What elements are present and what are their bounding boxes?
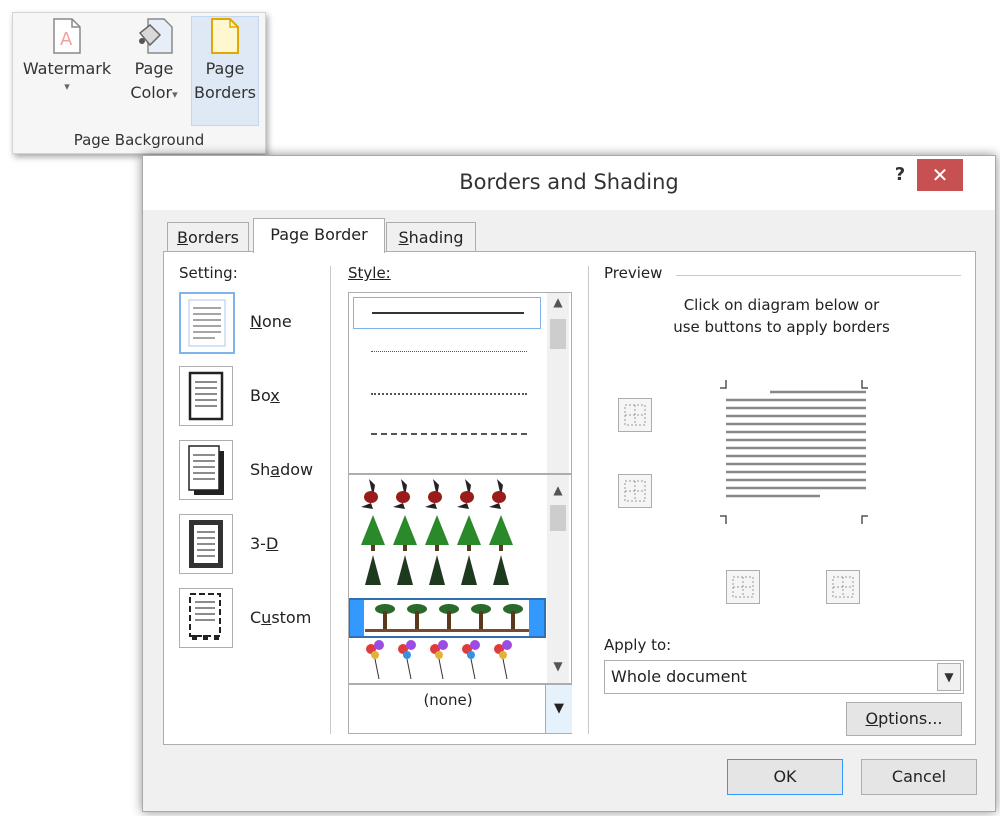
scroll-thumb[interactable]: [550, 319, 566, 349]
border-left-icon: [732, 576, 754, 598]
dialog-title: Borders and Shading: [459, 170, 679, 194]
paint-bucket-icon: [138, 18, 173, 54]
bottom-border-button[interactable]: [618, 474, 652, 508]
watermark-icon: A: [53, 18, 81, 54]
apply-to-label: Apply to:: [604, 636, 672, 654]
setting-label: Setting:: [179, 264, 238, 282]
setting-none-label: None: [250, 312, 292, 331]
art-row-palms-selected: [349, 598, 546, 638]
art-row-green-trees-icon: [361, 515, 513, 551]
chevron-down-icon[interactable]: ▼: [545, 685, 572, 733]
tab-page-border[interactable]: Page Border: [253, 218, 385, 253]
art-row-dark-trees-icon: [365, 555, 509, 585]
page-borders-icon: [211, 18, 239, 54]
setting-none-option[interactable]: [179, 292, 235, 354]
art-scrollbar[interactable]: ▲ ▼: [547, 475, 569, 683]
preview-page-diagram[interactable]: [700, 372, 890, 532]
preview-rule: [676, 275, 961, 276]
page-background-ribbon-group: A Watermark ▾ Page Color▾ Page Borders P…: [12, 12, 266, 154]
setting-custom-label: Custom: [250, 608, 312, 627]
style-line-dotted[interactable]: [371, 351, 527, 352]
ok-button[interactable]: OK: [727, 759, 843, 795]
setting-custom-option[interactable]: [179, 588, 233, 648]
page-shadow-icon: [188, 445, 224, 495]
top-border-button[interactable]: [618, 398, 652, 432]
scroll-thumb[interactable]: [550, 505, 566, 531]
page-border-panel: Setting: None Box Shadow 3-D Custom Styl…: [163, 251, 976, 745]
style-label: Style:: [348, 264, 391, 282]
art-gallery: [349, 479, 546, 680]
setting-box-option[interactable]: [179, 366, 233, 426]
page-borders-line1: Page: [205, 59, 245, 78]
preview-instructions: Click on diagram below or use buttons to…: [673, 296, 890, 336]
style-line-dashed[interactable]: [371, 433, 527, 435]
chevron-down-icon: ▾: [64, 80, 70, 93]
page-borders-line2: Borders: [194, 83, 256, 102]
right-border-button[interactable]: [826, 570, 860, 604]
chevron-down-icon: ▾: [172, 88, 178, 101]
apply-to-value: Whole document: [611, 667, 747, 686]
scroll-down-icon[interactable]: ▼: [548, 659, 568, 673]
borders-and-shading-dialog: Borders and Shading ? ✕ Borders Page Bor…: [142, 155, 996, 812]
style-line-solid[interactable]: [353, 297, 541, 329]
art-row-balloons-icon: [366, 640, 512, 680]
style-line-small-dash[interactable]: [371, 393, 527, 395]
page-color-button[interactable]: Page Color▾: [119, 17, 189, 107]
setting-3d-label: 3-D: [250, 534, 279, 553]
page-color-line1: Page: [134, 59, 174, 78]
options-button[interactable]: Options...: [846, 702, 962, 736]
art-row-birds-icon: [361, 479, 506, 509]
divider: [588, 266, 589, 734]
apply-to-select[interactable]: Whole document ▼: [604, 660, 964, 694]
left-border-button[interactable]: [726, 570, 760, 604]
scroll-up-icon[interactable]: ▲: [548, 295, 568, 309]
art-listbox[interactable]: ▲ ▼: [348, 474, 572, 684]
help-button[interactable]: ?: [888, 164, 912, 190]
setting-box-label: Box: [250, 386, 280, 405]
page-custom-icon: [189, 593, 221, 640]
svg-text:A: A: [60, 29, 73, 50]
tab-borders[interactable]: Borders: [167, 222, 249, 253]
page-box-icon: [188, 371, 224, 421]
border-bottom-icon: [624, 480, 646, 502]
group-label: Page Background: [73, 131, 205, 149]
watermark-label: Watermark: [22, 59, 112, 78]
border-right-icon: [832, 576, 854, 598]
title-bar: Borders and Shading ? ✕: [143, 156, 995, 210]
border-top-icon: [624, 404, 646, 426]
scroll-up-icon[interactable]: ▲: [548, 483, 568, 497]
cancel-button[interactable]: Cancel: [861, 759, 977, 795]
page-none-icon: [188, 299, 226, 347]
setting-shadow-label: Shadow: [250, 460, 314, 479]
divider: [330, 266, 331, 734]
watermark-button[interactable]: A Watermark ▾: [21, 17, 113, 93]
chevron-down-icon[interactable]: ▼: [937, 663, 961, 691]
page-borders-button[interactable]: Page Borders: [191, 16, 259, 126]
setting-3d-option[interactable]: [179, 514, 233, 574]
art-dropdown[interactable]: (none) ▼: [348, 684, 572, 734]
page-3d-icon: [189, 520, 223, 568]
tab-shading[interactable]: Shading: [386, 222, 476, 253]
preview-label: Preview: [604, 264, 663, 282]
page-color-line2: Color: [130, 83, 173, 102]
style-listbox[interactable]: ▲: [348, 292, 572, 474]
style-scrollbar[interactable]: ▲: [547, 293, 569, 473]
art-value: (none): [423, 691, 473, 709]
setting-shadow-option[interactable]: [179, 440, 233, 500]
close-button[interactable]: ✕: [917, 159, 963, 191]
